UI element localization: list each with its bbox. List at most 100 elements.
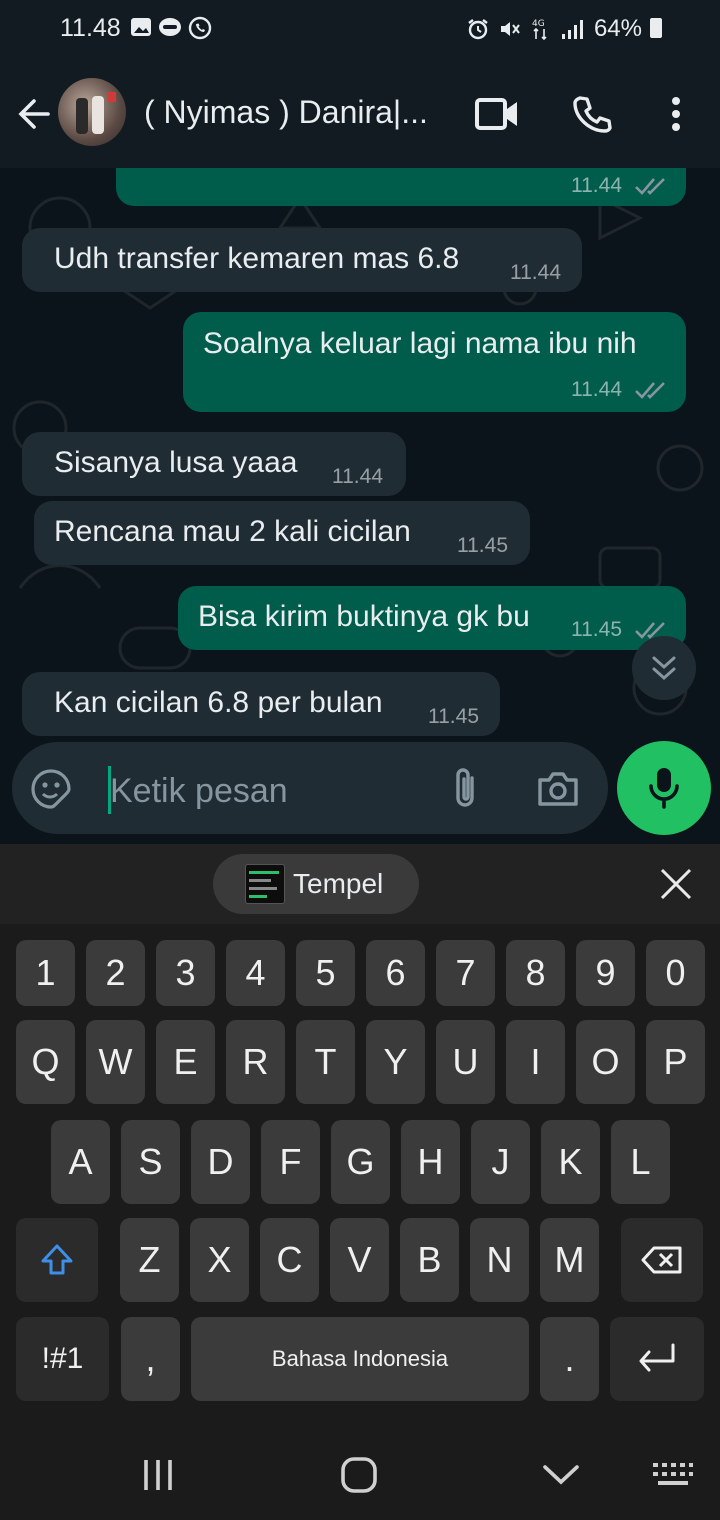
message-time: 11.45 <box>457 534 508 557</box>
letter-key-x[interactable]: X <box>190 1218 249 1302</box>
space-key[interactable]: Bahasa Indonesia <box>191 1317 529 1401</box>
message-input[interactable]: Ketik pesan <box>12 742 608 834</box>
message-bubble-incoming[interactable]: Kan cicilan 6.8 per bulan 11.45 <box>22 672 500 736</box>
letter-key-i[interactable]: I <box>506 1020 565 1104</box>
recent-apps-icon[interactable] <box>140 1458 176 1492</box>
whatsapp-notification-icon <box>188 16 212 40</box>
paste-label: Tempel <box>293 868 384 899</box>
message-bubble-outgoing[interactable]: 11.44 <box>116 168 686 206</box>
notification-icons <box>130 16 212 40</box>
letter-key-v[interactable]: V <box>330 1218 389 1302</box>
message-time: 11.44 <box>571 174 622 197</box>
number-key-5[interactable]: 5 <box>296 940 355 1006</box>
chevron-down-icon[interactable] <box>542 1462 580 1488</box>
clipboard-paste-chip[interactable]: Tempel <box>213 854 419 914</box>
status-bar: 11.48 4G 64% <box>0 0 720 60</box>
letter-key-s[interactable]: S <box>121 1120 180 1204</box>
message-text: Bisa kirim buktinya gk bu <box>198 600 530 633</box>
home-icon[interactable] <box>340 1456 378 1494</box>
message-text: Rencana mau 2 kali cicilan <box>54 515 411 548</box>
sticker-icon[interactable] <box>30 768 72 810</box>
on-screen-keyboard: Tempel 1234567890 QWERTYUIOP ASDFGHJKL Z… <box>0 844 720 1520</box>
letter-key-k[interactable]: K <box>541 1120 600 1204</box>
number-key-6[interactable]: 6 <box>366 940 425 1006</box>
period-key[interactable]: . <box>540 1317 599 1401</box>
letter-key-e[interactable]: E <box>156 1020 215 1104</box>
letter-key-g[interactable]: G <box>331 1120 390 1204</box>
scroll-to-bottom-button[interactable] <box>632 636 696 700</box>
letter-key-d[interactable]: D <box>191 1120 250 1204</box>
mobile-data-icon: 4G <box>532 19 547 41</box>
number-key-4[interactable]: 4 <box>226 940 285 1006</box>
message-list[interactable]: 11.44 Udh transfer kemaren mas 6.8 11.44… <box>0 168 720 738</box>
message-bubble-incoming[interactable]: Udh transfer kemaren mas 6.8 11.44 <box>22 228 582 292</box>
message-time: 11.44 <box>510 261 561 284</box>
message-time: 11.45 <box>571 618 622 641</box>
gallery-notification-icon <box>131 18 151 36</box>
enter-icon <box>639 1343 675 1372</box>
number-key-0[interactable]: 0 <box>646 940 705 1006</box>
letter-key-p[interactable]: P <box>646 1020 705 1104</box>
keyboard-toolbar: Tempel <box>0 844 720 924</box>
microphone-icon <box>649 768 679 809</box>
letter-key-r[interactable]: R <box>226 1020 285 1104</box>
battery-percent: 64% <box>593 15 642 42</box>
number-key-1[interactable]: 1 <box>16 940 75 1006</box>
number-key-2[interactable]: 2 <box>86 940 145 1006</box>
video-call-icon[interactable] <box>474 96 520 132</box>
message-bubble-outgoing[interactable]: Soalnya keluar lagi nama ibu nih 11.44 <box>183 312 686 412</box>
message-text: Soalnya keluar lagi nama ibu nih <box>203 327 637 360</box>
message-time: 11.44 <box>571 378 622 401</box>
letter-key-u[interactable]: U <box>436 1020 495 1104</box>
read-ticks-icon <box>635 382 665 399</box>
letter-key-o[interactable]: O <box>576 1020 635 1104</box>
contact-name[interactable]: ( Nyimas ) Danira|... <box>144 94 436 131</box>
letter-key-z[interactable]: Z <box>120 1218 179 1302</box>
letter-key-n[interactable]: N <box>470 1218 529 1302</box>
alarm-icon <box>468 19 488 40</box>
letter-key-f[interactable]: F <box>261 1120 320 1204</box>
backspace-icon <box>641 1246 682 1274</box>
svg-text:4G: 4G <box>532 19 545 29</box>
signal-icon <box>561 20 583 39</box>
clipboard-thumbnail <box>245 864 285 904</box>
attach-icon[interactable] <box>448 766 484 812</box>
backspace-key[interactable] <box>621 1218 703 1302</box>
symbols-key[interactable]: !#1 <box>16 1317 109 1401</box>
camera-icon[interactable] <box>536 770 580 808</box>
keyboard-switch-icon[interactable] <box>652 1462 694 1488</box>
letter-key-q[interactable]: Q <box>16 1020 75 1104</box>
voice-call-icon[interactable] <box>572 94 612 134</box>
comma-key[interactable]: , <box>121 1317 180 1401</box>
contact-avatar[interactable] <box>58 78 126 146</box>
letter-key-y[interactable]: Y <box>366 1020 425 1104</box>
shift-key[interactable] <box>16 1218 98 1302</box>
letter-key-m[interactable]: M <box>540 1218 599 1302</box>
back-arrow-icon[interactable] <box>14 94 54 134</box>
double-chevron-down-icon <box>652 656 676 681</box>
system-navigation-bar <box>0 1426 720 1520</box>
letter-key-c[interactable]: C <box>260 1218 319 1302</box>
number-key-9[interactable]: 9 <box>576 940 635 1006</box>
letter-key-w[interactable]: W <box>86 1020 145 1104</box>
letter-key-j[interactable]: J <box>471 1120 530 1204</box>
chat-header: ( Nyimas ) Danira|... <box>0 60 720 168</box>
letter-key-t[interactable]: T <box>296 1020 355 1104</box>
letter-key-b[interactable]: B <box>400 1218 459 1302</box>
letter-key-a[interactable]: A <box>51 1120 110 1204</box>
number-key-3[interactable]: 3 <box>156 940 215 1006</box>
message-input-placeholder: Ketik pesan <box>110 772 288 810</box>
letter-key-h[interactable]: H <box>401 1120 460 1204</box>
message-bubble-outgoing[interactable]: Bisa kirim buktinya gk bu 11.45 <box>178 586 686 650</box>
number-key-8[interactable]: 8 <box>506 940 565 1006</box>
close-icon[interactable] <box>656 864 696 904</box>
number-key-7[interactable]: 7 <box>436 940 495 1006</box>
composer: Ketik pesan <box>0 738 720 844</box>
message-bubble-incoming[interactable]: Sisanya lusa yaaa 11.44 <box>22 432 406 496</box>
message-bubble-incoming[interactable]: Rencana mau 2 kali cicilan 11.45 <box>34 501 530 565</box>
more-options-icon[interactable] <box>668 96 684 132</box>
enter-key[interactable] <box>610 1317 704 1401</box>
letter-key-l[interactable]: L <box>611 1120 670 1204</box>
voice-message-button[interactable] <box>617 741 711 835</box>
read-ticks-icon <box>635 178 665 195</box>
